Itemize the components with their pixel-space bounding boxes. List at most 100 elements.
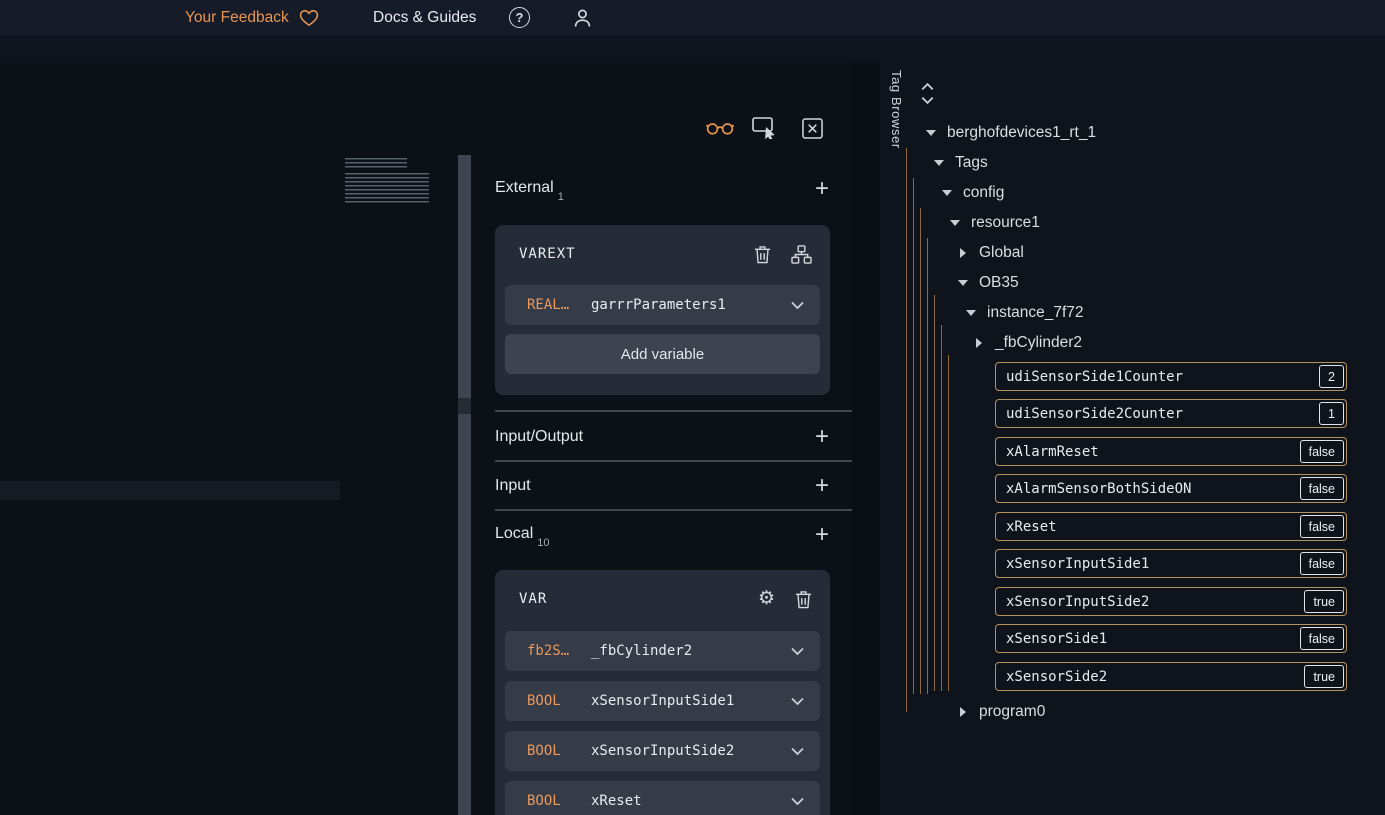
section-local-title: Local10 [495,525,550,545]
account-button[interactable] [572,0,593,35]
var-card-header: VAR ⚙ [495,570,830,628]
tag-row-xSensorSide1[interactable]: xSensorSide1 false [995,624,1347,653]
tag-name: udiSensorSide1Counter [996,369,1183,385]
hierarchy-icon[interactable] [791,245,812,264]
tag-row-udiSensorSide2Counter[interactable]: udiSensorSide2Counter 1 [995,399,1347,428]
code-minimap[interactable] [345,158,407,170]
variable-row-xSensorInputSide1[interactable]: BOOL xSensorInputSide1 [505,681,820,721]
tag-name: udiSensorSide2Counter [996,406,1183,422]
add-input-button[interactable]: + [809,473,835,499]
tree-item-berghofdevices1_rt_1[interactable]: berghofdevices1_rt_1 [925,121,1096,145]
variable-type: fb2S… [527,643,591,659]
section-external-title: External1 [495,179,564,199]
expand-arrow-icon[interactable] [949,217,961,229]
tree-item-program0[interactable]: program0 [957,700,1045,724]
docs-guides-link[interactable]: Docs & Guides [373,0,476,35]
tree-item-_fbCylinder2[interactable]: _fbCylinder2 [973,331,1082,355]
expand-arrow-icon[interactable] [957,277,969,289]
variable-row-garrrParameters1[interactable]: REAL… garrrParameters1 [505,285,820,325]
collapsed-arrow-icon[interactable] [957,247,969,259]
feedback-label: Your Feedback [185,9,289,27]
watch-mode-icon[interactable] [706,118,734,136]
fbd-editor-canvas[interactable]: External1 + VAREXT [0,63,852,815]
variable-row-xReset[interactable]: BOOL xReset [505,781,820,815]
expand-arrow-icon[interactable] [925,127,937,139]
section-label: Local [495,525,533,542]
collapsed-arrow-icon[interactable] [957,706,969,718]
variable-type: BOOL [527,693,591,709]
chevron-down-icon[interactable] [791,697,804,706]
section-input: Input + [495,473,835,499]
tag-row-xAlarmReset[interactable]: xAlarmReset false [995,437,1347,466]
section-count: 10 [537,537,549,549]
tree-item-label: _fbCylinder2 [995,334,1082,352]
varext-title: VAREXT [519,246,734,262]
variable-row-_fbCylinder2[interactable]: fb2S… _fbCylinder2 [505,631,820,671]
tag-value[interactable]: true [1304,590,1344,613]
editor-scrollbar[interactable] [458,155,471,815]
tree-guide-line [920,208,921,694]
tag-name: xSensorInputSide2 [996,594,1149,610]
tag-row-udiSensorSide1Counter[interactable]: udiSensorSide1Counter 2 [995,362,1347,391]
gear-icon[interactable]: ⚙ [758,589,775,609]
tag-value[interactable]: false [1300,477,1344,500]
tag-value[interactable]: 2 [1319,365,1344,388]
tree-item-instance_7f72[interactable]: instance_7f72 [965,301,1084,325]
tag-browser-panel: Tag Browser berghofdevices1_rt_1 Tags co… [880,63,1385,815]
tag-browser-title: Tag Browser [889,70,904,149]
tag-value[interactable]: false [1300,552,1344,575]
tag-value[interactable]: 1 [1319,402,1344,425]
trash-icon[interactable] [795,590,812,609]
select-block-icon[interactable] [752,117,777,139]
tree-guide-line [934,295,935,691]
add-input-output-button[interactable]: + [809,424,835,450]
section-local: Local10 + [495,522,835,548]
tag-row-xSensorInputSide2[interactable]: xSensorInputSide2 true [995,587,1347,616]
expand-arrow-icon[interactable] [933,157,945,169]
code-minimap[interactable] [345,173,429,205]
chevron-down-icon[interactable] [791,301,804,310]
expand-arrow-icon[interactable] [965,307,977,319]
help-button[interactable]: ? [509,0,530,35]
var-card: VAR ⚙ fb2S… _fbCylinder2 BOOL xSensorInp… [495,570,830,815]
add-variable-button[interactable]: Add variable [505,334,820,374]
tree-guide-line [927,238,928,694]
add-local-button[interactable]: + [809,522,835,548]
tree-item-config[interactable]: config [941,181,1004,205]
tag-value[interactable]: false [1300,515,1344,538]
delete-block-icon[interactable] [802,118,823,139]
tag-name: xSensorSide2 [996,669,1107,685]
tree-item-resource1[interactable]: resource1 [949,211,1040,235]
variable-name: xReset [591,793,791,809]
tag-value[interactable]: false [1300,627,1344,650]
tag-value[interactable]: true [1304,665,1344,688]
tree-item-label: berghofdevices1_rt_1 [947,124,1096,142]
chevron-down-icon[interactable] [791,647,804,656]
tag-row-xSensorInputSide1[interactable]: xSensorInputSide1 false [995,549,1347,578]
feedback-link[interactable]: Your Feedback [185,0,319,35]
chevron-down-icon[interactable] [791,747,804,756]
chevron-down-icon[interactable] [791,797,804,806]
tree-item-label: resource1 [971,214,1040,232]
variable-name: garrrParameters1 [591,297,791,313]
tag-row-xAlarmSensorBothSideON[interactable]: xAlarmSensorBothSideON false [995,474,1347,503]
trash-icon[interactable] [754,245,771,264]
section-input-output: Input/Output + [495,424,835,450]
expand-arrow-icon[interactable] [941,187,953,199]
tree-guide-line [913,178,914,694]
tree-guide-line [948,355,949,691]
collapse-expand-all-icon[interactable] [920,80,935,107]
collapsed-arrow-icon[interactable] [973,337,985,349]
tag-row-xReset[interactable]: xReset false [995,512,1347,541]
variable-row-xSensorInputSide2[interactable]: BOOL xSensorInputSide2 [505,731,820,771]
tree-item-ob35[interactable]: OB35 [957,271,1019,295]
varext-card-header: VAREXT [495,225,830,283]
var-title: VAR [519,591,738,607]
tag-value[interactable]: false [1300,440,1344,463]
tag-row-xSensorSide2[interactable]: xSensorSide2 true [995,662,1347,691]
variable-type: REAL… [527,297,591,313]
tree-item-label: OB35 [979,274,1019,292]
tree-item-tags[interactable]: Tags [933,151,988,175]
tree-item-global[interactable]: Global [957,241,1024,265]
add-external-button[interactable]: + [809,176,835,202]
